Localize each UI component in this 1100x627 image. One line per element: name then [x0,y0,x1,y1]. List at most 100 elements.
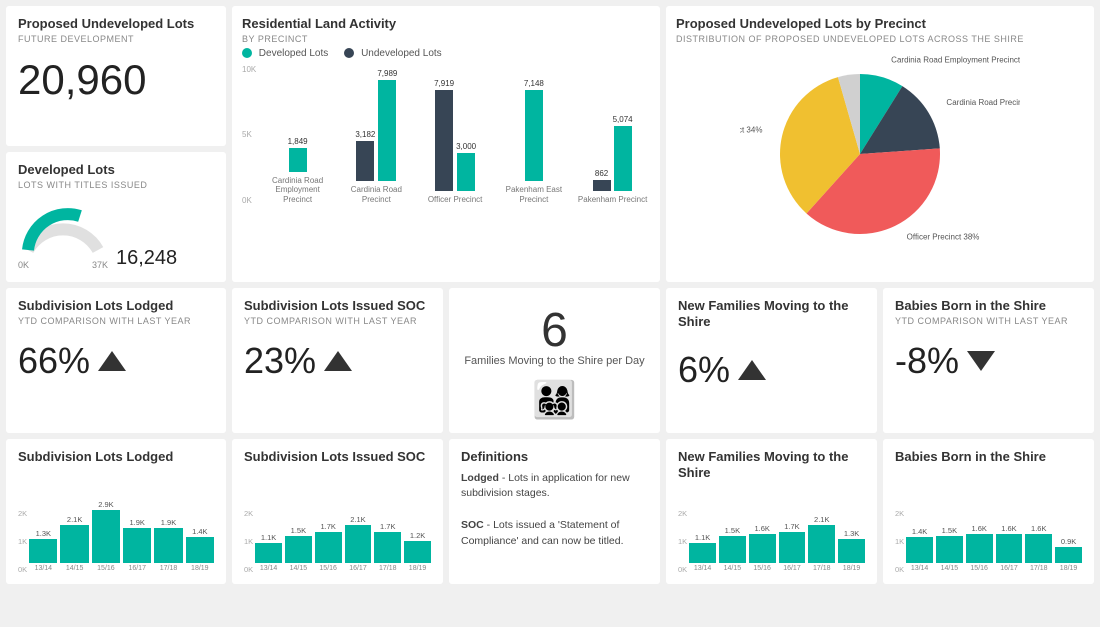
developed-lots-card: Developed Lots LOTS WITH TITLES ISSUED 0… [6,152,226,282]
mini-bar [255,543,282,563]
bar-pair: 7,148 [524,79,544,181]
families-label: Families Moving to the Shire per Day [464,355,644,367]
mini-bar [29,539,57,563]
mini-bar-col: 2.1K14/15 [60,515,88,573]
chart-legend: Developed Lots Undeveloped Lots [242,48,650,59]
mini-bar [906,537,933,563]
mini-bar [60,525,88,564]
mini-bar [315,532,342,563]
sub-issued-arrow-up [324,351,352,371]
new-families-bottom-title: New Families Moving to the Shire [678,449,865,480]
sub-lodged-bottom-card: Subdivision Lots Lodged 2K 1K 0K 1.3K13/… [6,439,226,584]
sub-issued-bars: 1.1K13/141.5K14/151.7K15/162.1K16/171.7K… [255,509,431,574]
pie-wrapper: Cardinia Road Employment Precinct 9% Card… [676,54,1084,272]
babies-bottom-title: Babies Born in the Shire [895,449,1082,465]
developed-subtitle: LOTS WITH TITLES ISSUED [18,180,214,190]
proposed-lots-card: Proposed Undeveloped Lots FUTURE DEVELOP… [6,6,226,146]
mini-bar [1025,534,1052,563]
donut-svg [18,200,108,255]
mini-bar-col: 1.2K18/19 [404,531,431,572]
mini-bar [966,534,993,563]
bar-developed [457,153,475,191]
bar-developed [614,126,632,191]
pie-title: Proposed Undeveloped Lots by Precinct [676,16,1084,32]
bar-group: 1,849Cardinia Road Employment Precinct [260,137,335,204]
bar-pair: 3,1827,989 [355,69,397,182]
mini-bar-col: 1.4K18/19 [186,527,214,572]
babies-top-card: Babies Born in the Shire YTD COMPARISON … [883,288,1094,433]
sub-lodged-stat: 66% [18,340,214,382]
new-families-bottom-card: New Families Moving to the Shire 2K 1K 0… [666,439,877,584]
bar-group: 8625,074Pakenham Precinct [575,115,650,204]
sub-issued-value: 23% [244,340,316,382]
mini-bar [404,541,431,563]
sub-lodged-top-card: Subdivision Lots Lodged YTD COMPARISON W… [6,288,226,433]
residential-chart: 10K 5K 0K 1,849Cardinia Road Employment … [242,65,650,205]
babies-top-subtitle: YTD COMPARISON WITH LAST YEAR [895,316,1082,326]
babies-top-title: Babies Born in the Shire [895,298,1082,314]
mini-bar [1055,547,1082,564]
bar-undeveloped [356,141,374,181]
pie-label: Cardinia Road Precinct 15% [946,98,1020,107]
pie-subtitle: DISTRIBUTION OF PROPOSED UNDEVELOPED LOT… [676,34,1084,44]
legend-teal-dot [242,48,252,58]
mini-bar [936,536,963,564]
mini-bar-col: 1.7K15/16 [315,522,342,572]
sub-issued-bottom-card: Subdivision Lots Issued SOC 2K 1K 0K 1.1… [232,439,443,584]
mini-bar-col: 1.5K14/15 [285,526,312,573]
pie-chart-svg: Cardinia Road Employment Precinct 9% Card… [740,54,1020,244]
sub-lodged-top-title: Subdivision Lots Lodged [18,298,214,314]
pie-label: Cardinia Road Employment Precinct 9% [891,55,1020,64]
mini-bar-col: 1.5K14/15 [936,526,963,573]
pie-label: Pakenham East Precinct 34% [740,125,762,134]
proposed-lots-subtitle: FUTURE DEVELOPMENT [18,34,214,44]
residential-subtitle: BY PRECINCT [242,34,650,44]
mini-bar [285,536,312,564]
legend-dark-dot [344,48,354,58]
sub-issued-chart: 2K 1K 0K 1.1K13/141.5K14/151.7K15/162.1K… [244,465,431,574]
babies-bars: 1.4K13/141.5K14/151.6K15/161.6K16/171.6K… [906,509,1082,574]
mini-bar [808,525,835,564]
mini-bar-col: 1.9K17/18 [154,518,182,572]
babies-chart: 2K 1K 0K 1.4K13/141.5K14/151.6K15/161.6K… [895,465,1082,574]
mini-bar [689,543,716,563]
sub-issued-top-title: Subdivision Lots Issued SOC [244,298,431,314]
mini-bar [838,539,865,563]
babies-stat: -8% [895,340,1082,382]
residential-activity-card: Residential Land Activity BY PRECINCT De… [232,6,660,282]
sub-lodged-value: 66% [18,340,90,382]
donut-row: 0K 37K 16,248 [18,200,214,270]
new-families-chart: 2K 1K 0K 1.1K13/141.5K14/151.6K15/161.7K… [678,480,865,574]
new-families-arrow-up [738,360,766,380]
mini-bar [186,537,214,563]
mini-bar [123,528,151,563]
bar-undeveloped [435,90,453,191]
sub-lodged-chart: 2K 1K 0K 1.3K13/142.1K14/152.9K15/161.9K… [18,465,214,574]
new-families-top-card: New Families Moving to the Shire 6% [666,288,877,433]
mini-bar-col: 1.7K17/18 [374,522,401,572]
mini-bar-col: 1.6K16/17 [996,524,1023,572]
soc-label: SOC [461,519,484,531]
bar-undeveloped [593,180,611,191]
definitions-card: Definitions Lodged - Lots in application… [449,439,660,584]
sub-lodged-arrow-up [98,351,126,371]
mini-bar-col: 2.1K17/18 [808,515,835,573]
bar-developed [289,148,307,172]
y-axis: 10K 5K 0K [242,65,256,205]
mini-bar-col: 1.4K13/14 [906,527,933,572]
bar-label: Cardinia Road Employment Precinct [260,176,335,205]
sub-issued-y-axis: 2K 1K 0K [244,509,255,574]
proposed-lots-value: 20,960 [18,56,214,104]
mini-bar [749,534,776,563]
mini-bar [779,532,806,563]
mini-bar [345,525,372,564]
sub-issued-top-subtitle: YTD COMPARISON WITH LAST YEAR [244,316,431,326]
sub-issued-stat: 23% [244,340,431,382]
bar-group: 3,1827,989Cardinia Road Precinct [339,69,414,205]
mini-bar-col: 1.5K14/15 [719,526,746,573]
new-families-y-axis: 2K 1K 0K [678,509,689,574]
residential-title: Residential Land Activity [242,16,650,32]
families-per-day-card: 6 Families Moving to the Shire per Day 👨… [449,288,660,433]
bar-pair: 7,9193,000 [434,79,476,191]
mini-bar-col: 1.7K16/17 [779,522,806,572]
